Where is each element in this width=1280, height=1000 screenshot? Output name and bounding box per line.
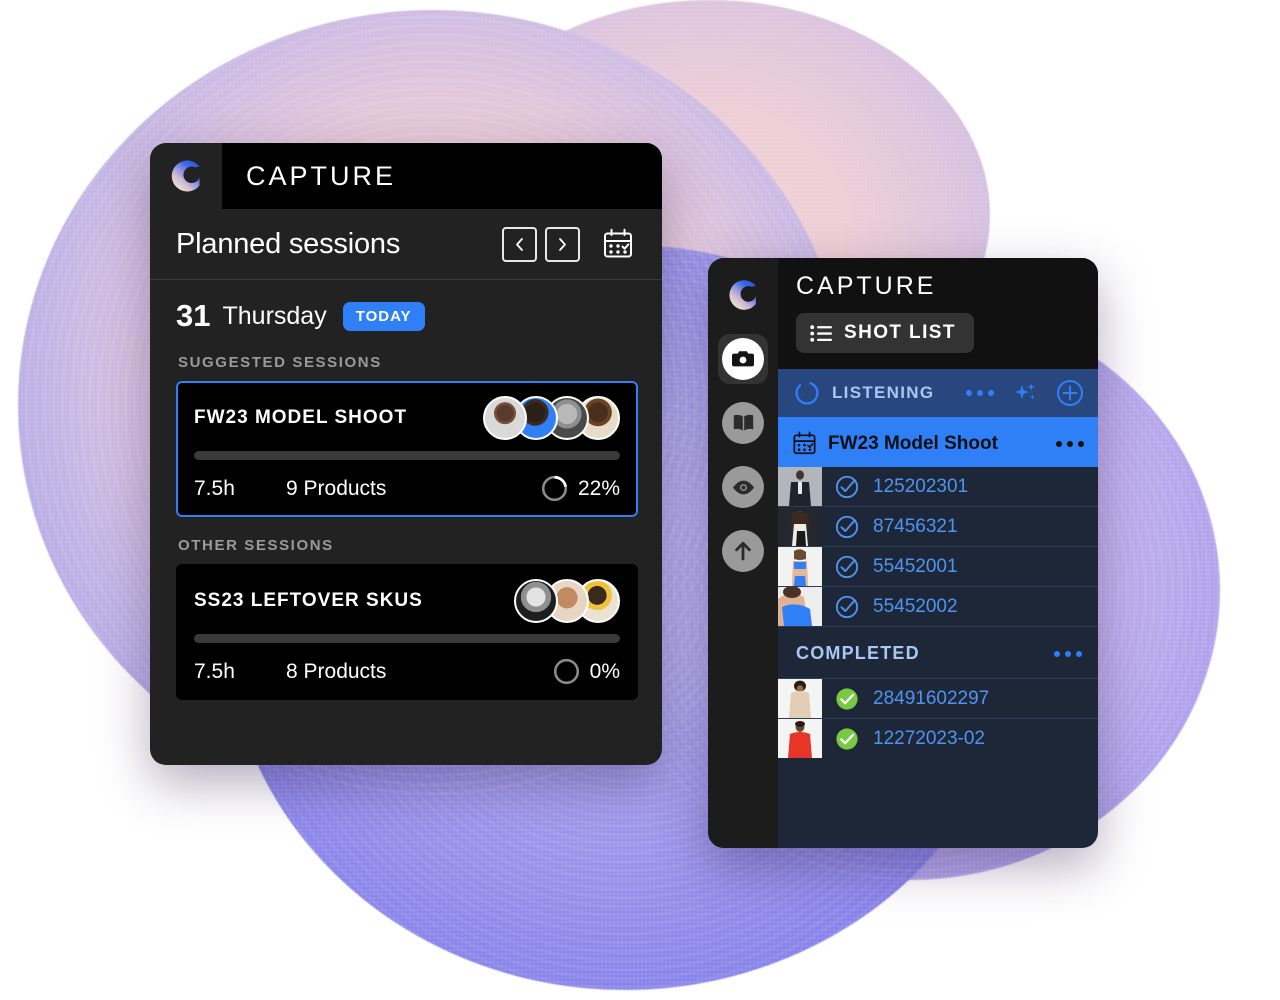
shot-row[interactable]: 55452001 [778, 547, 1098, 587]
avatar [483, 396, 527, 440]
listening-status-bar: LISTENING [778, 369, 1098, 420]
more-dots-icon[interactable] [1054, 650, 1082, 657]
completed-label: COMPLETED [796, 643, 920, 663]
session-percent-label: 22% [577, 476, 620, 500]
eye-icon [722, 466, 764, 508]
session-card-header: SS23 LEFTOVER SKUS [194, 579, 620, 623]
completed-sku: 28491602297 [873, 687, 990, 709]
shot-list-main: CAPTURE SHOT LIST LISTENING FW23 Model S… [778, 258, 1098, 848]
day-weekday: Thursday [222, 301, 327, 330]
completed-sku: 12272023-02 [873, 727, 985, 749]
section-label-suggested: SUGGESTED SESSIONS [178, 354, 382, 371]
shot-row[interactable]: 87456321 [778, 507, 1098, 547]
shot-sku: 55452001 [873, 555, 958, 577]
session-duration: 7.5h [194, 476, 235, 500]
tool-rail [708, 258, 778, 848]
session-card-name: SS23 LEFTOVER SKUS [194, 590, 423, 611]
check-circle-filled-icon[interactable] [835, 687, 859, 711]
progress-ring-icon [553, 658, 579, 685]
active-session-name: FW23 Model Shoot [828, 432, 998, 454]
session-percent-group: 22% [540, 474, 620, 503]
avatar-stack[interactable] [514, 579, 620, 623]
rail-button-upload[interactable] [718, 526, 768, 576]
rail-button-preview[interactable] [718, 462, 768, 512]
session-products: 8 Products [286, 659, 387, 683]
chevron-right-icon[interactable] [545, 226, 580, 262]
more-dots-icon[interactable] [966, 390, 994, 396]
session-progress-bar [194, 634, 620, 643]
planned-sessions-panel: CAPTURE Planned sessions 31 Thursday TOD… [150, 143, 662, 765]
shot-list-panel: CAPTURE SHOT LIST LISTENING FW23 Model S… [708, 258, 1098, 848]
session-card-header: FW23 MODEL SHOOT [194, 396, 620, 440]
shot-list-header: CAPTURE SHOT LIST [778, 258, 1098, 369]
book-icon [722, 402, 764, 444]
check-circle-outline-icon[interactable] [835, 555, 859, 579]
session-card-fw23[interactable]: FW23 MODEL SHOOT 7.5h 9 Products 22% [176, 381, 638, 517]
completed-row[interactable]: 28491602297 [778, 679, 1098, 719]
app-brand-title: CAPTURE [796, 272, 937, 300]
check-circle-outline-icon[interactable] [835, 515, 859, 539]
shot-thumbnail [778, 467, 822, 506]
avatar [514, 579, 558, 623]
shot-thumbnail [778, 547, 822, 586]
check-circle-outline-icon[interactable] [835, 595, 859, 619]
shot-sku: 55452002 [873, 595, 958, 617]
avatar-stack[interactable] [483, 396, 620, 440]
shot-row[interactable]: 125202301 [778, 467, 1098, 507]
capture-c-logo-icon [171, 160, 200, 192]
planned-sessions-body: 31 Thursday TODAY SUGGESTED SESSIONS FW2… [150, 280, 662, 700]
session-card-name: FW23 MODEL SHOOT [194, 407, 408, 428]
progress-ring-icon [541, 475, 568, 502]
session-products: 9 Products [286, 476, 387, 500]
rail-button-guide[interactable] [718, 398, 768, 448]
completed-row[interactable]: 12272023-02 [778, 719, 1098, 758]
shot-sku: 125202301 [873, 475, 969, 497]
page-title: Planned sessions [176, 227, 401, 260]
today-badge: TODAY [342, 301, 425, 331]
shot-row[interactable]: 55452002 [778, 586, 1098, 627]
calendar-check-icon [793, 431, 816, 455]
session-duration: 7.5h [194, 659, 235, 683]
list-icon [810, 324, 832, 342]
session-progress-bar [194, 451, 620, 460]
more-dots-icon[interactable] [1056, 440, 1084, 447]
camera-icon [722, 338, 764, 380]
app-brand-title: CAPTURE [222, 143, 662, 209]
session-percent-label: 0% [589, 659, 620, 683]
shot-thumbnail [778, 679, 822, 718]
active-session-bar[interactable]: FW23 Model Shoot [778, 420, 1098, 467]
shot-list-button-label: SHOT LIST [844, 322, 956, 343]
rail-button-camera[interactable] [718, 334, 768, 384]
upload-arrow-icon [722, 530, 764, 572]
capture-c-logo-icon [729, 280, 756, 310]
session-card-ss23[interactable]: SS23 LEFTOVER SKUS 7.5h 8 Products 0% [176, 564, 638, 700]
day-row: 31 Thursday TODAY [176, 298, 638, 334]
plus-circle-icon[interactable] [1056, 379, 1084, 407]
shot-thumbnail [778, 719, 822, 758]
listening-label: LISTENING [832, 383, 935, 402]
shot-thumbnail [778, 586, 822, 626]
shot-sku: 87456321 [873, 515, 958, 537]
left-panel-topbar: CAPTURE [150, 143, 662, 209]
spinner-ring-icon [795, 381, 819, 405]
planned-sessions-header: Planned sessions [150, 209, 662, 280]
shot-thumbnail [778, 507, 822, 546]
capture-c-logo [720, 272, 766, 318]
shot-list-button[interactable]: SHOT LIST [796, 313, 974, 353]
check-circle-filled-icon[interactable] [835, 727, 859, 751]
calendar-check-icon[interactable] [602, 228, 634, 260]
capture-c-logo [150, 155, 222, 197]
sparkle-icon[interactable] [1012, 380, 1038, 406]
session-percent-group: 0% [552, 657, 620, 686]
check-circle-outline-icon[interactable] [835, 475, 859, 499]
section-label-other: OTHER SESSIONS [178, 537, 334, 554]
session-card-stats: 7.5h 9 Products 22% [194, 474, 620, 503]
completed-section-header: COMPLETED [778, 627, 1098, 679]
day-number: 31 [176, 298, 211, 333]
chevron-left-icon[interactable] [502, 226, 537, 262]
session-card-stats: 7.5h 8 Products 0% [194, 657, 620, 686]
